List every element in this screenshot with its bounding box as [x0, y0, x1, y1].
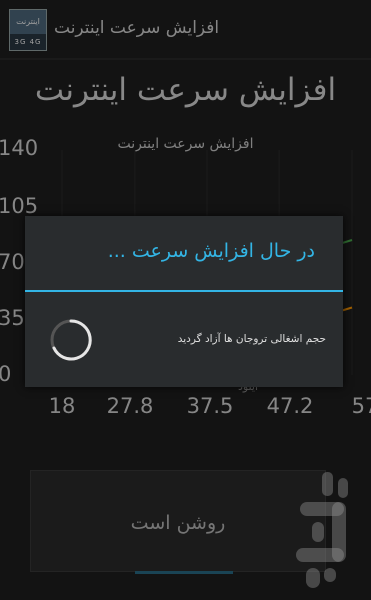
dialog-divider — [25, 290, 343, 292]
dialog-title: در حال افزایش سرعت ... — [107, 240, 315, 262]
loading-spinner-icon — [50, 319, 92, 361]
app-screen: اینترنت 3G 4G افزایش سرعت اینترنت افزایش… — [0, 0, 371, 600]
progress-dialog: در حال افزایش سرعت ... حجم اشغالی تروجان… — [25, 216, 343, 387]
dialog-message: حجم اشغالی تروجان ها آزاد گردید — [177, 333, 326, 345]
